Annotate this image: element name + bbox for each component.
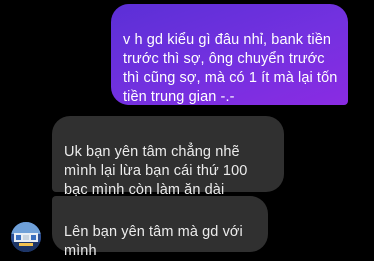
received-message-bubble[interactable]: Uk bạn yên tâm chẳng nhẽ mình lại lừa bạ… bbox=[52, 116, 284, 198]
sent-message-bubble[interactable]: v h gd kiểu gì đâu nhỉ, bank tiền trước … bbox=[111, 4, 348, 105]
received-message-bubble[interactable]: Lên bạn yên tâm mà gd với mình bbox=[52, 196, 268, 259]
sent-message-text: v h gd kiểu gì đâu nhỉ, bank tiền trước … bbox=[123, 32, 338, 105]
received-message-text: Uk bạn yên tâm chẳng nhẽ mình lại lừa bạ… bbox=[64, 144, 248, 198]
contact-avatar[interactable] bbox=[11, 222, 41, 252]
received-message-text: Lên bạn yên tâm mà gd với mình bbox=[64, 224, 243, 259]
avatar-image-icon bbox=[11, 222, 41, 252]
